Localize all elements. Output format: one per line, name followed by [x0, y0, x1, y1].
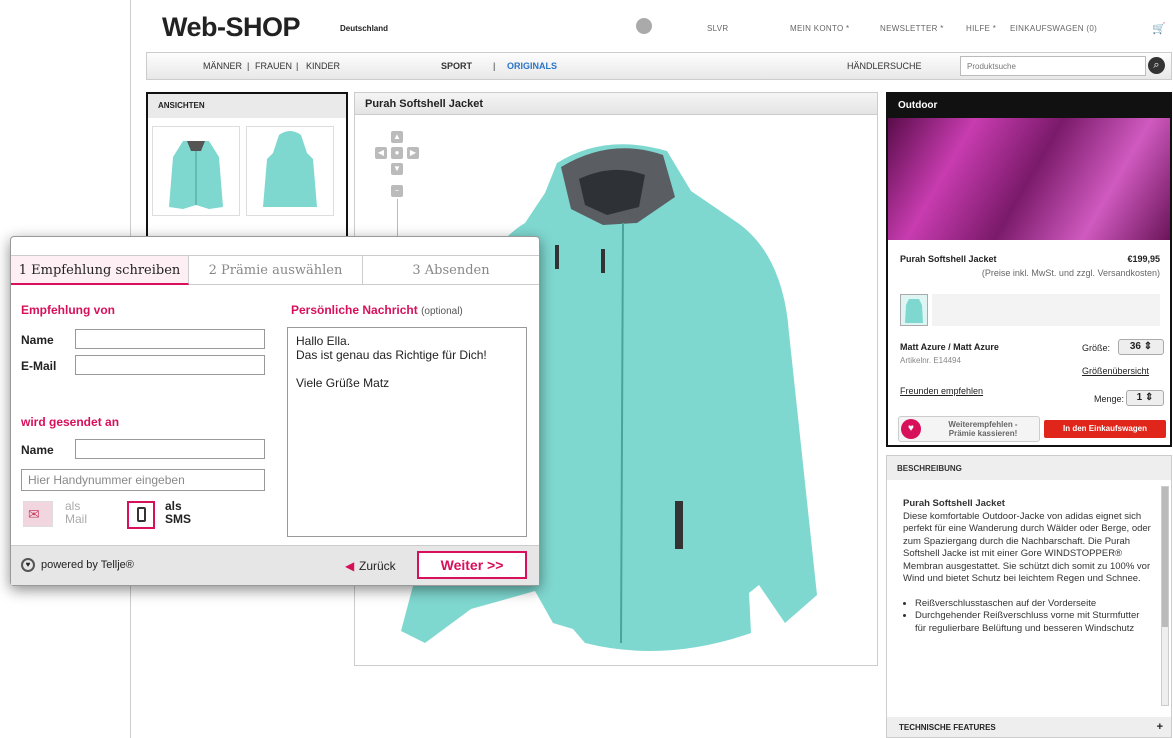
recommend-friends-link[interactable]: Freunden empfehlen [900, 386, 983, 396]
add-to-cart-button[interactable]: In den Einkaufswagen [1044, 420, 1166, 438]
search-input[interactable]: Produktsuche [960, 56, 1146, 76]
description-scrollbar[interactable] [1161, 486, 1169, 706]
page: Web-SHOP Deutschland SLVR MEIN KONTO * N… [0, 0, 1173, 738]
message-textarea[interactable]: Hallo Ella. Das ist genau das Richtige f… [287, 327, 527, 537]
views-title: ANSICHTEN [148, 94, 346, 118]
nav-sport[interactable]: SPORT [441, 61, 472, 71]
buy-box: Outdoor Purah Softshell Jacket €199,95 (… [886, 92, 1172, 447]
description-panel: BESCHREIBUNG Purah Softshell Jacket Dies… [886, 455, 1172, 738]
color-swatches-empty [932, 294, 1160, 326]
message-section-title: Persönliche Nachricht (optional) [291, 303, 463, 317]
product-stage-title: Purah Softshell Jacket [355, 93, 877, 115]
quantity-label: Menge: [1094, 394, 1125, 404]
phone-input[interactable]: Hier Handynummer eingeben [21, 469, 265, 491]
mobile-phone-icon [137, 507, 146, 522]
technical-features-header[interactable]: TECHNISCHE FEATURES + [887, 717, 1171, 737]
message-title: Persönliche Nachricht [291, 303, 418, 317]
color-swatch[interactable] [900, 294, 928, 326]
description-fade [887, 656, 1171, 720]
top-link-cart[interactable]: EINKAUFSWAGEN (0) [1010, 24, 1097, 33]
top-link-slvr[interactable]: SLVR [707, 24, 729, 33]
category-title: Outdoor [888, 94, 1170, 118]
next-button[interactable]: Weiter >> [417, 551, 527, 579]
sms-option[interactable] [127, 501, 155, 529]
from-section-title: Empfehlung von [21, 303, 115, 317]
tab-choose-reward[interactable]: 2 Prämie auswählen [189, 256, 363, 285]
quantity-value: 1 [1136, 392, 1143, 403]
size-select[interactable]: 36 ⇕ [1118, 339, 1164, 355]
views-panel: ANSICHTEN [146, 92, 348, 252]
nav-kids[interactable]: KINDER [306, 61, 340, 71]
stepper-arrows-icon: ⇕ [1144, 392, 1154, 403]
search-icon[interactable]: ⌕ [1148, 57, 1165, 74]
to-section-title: wird gesendet an [21, 415, 120, 429]
size-value: 36 [1129, 341, 1141, 352]
as-mail-label-2: Mail [65, 512, 88, 526]
nav-women[interactable]: FRAUEN [255, 61, 292, 71]
to-name-input[interactable] [75, 439, 265, 459]
description-bullet: Durchgehender Reißverschluss vorne mit S… [915, 610, 1151, 635]
cart-icon[interactable]: 🛒 [1152, 22, 1166, 35]
from-email-label: E-Mail [21, 359, 57, 373]
dialog-footer: ♥ powered by Tellje® ◀ Zurück Weiter >> [11, 545, 539, 585]
recommend-reward-button[interactable]: ♥ Weiterempfehlen - Prämie kassieren! [898, 416, 1040, 442]
heart-icon: ♥ [901, 419, 921, 439]
from-email-input[interactable] [75, 355, 265, 375]
recommend-btn-line2: Prämie kassieren! [948, 429, 1018, 438]
back-button[interactable]: Zurück [359, 559, 396, 573]
as-sms-label-2: SMS [165, 512, 192, 526]
globe-icon[interactable] [636, 18, 652, 34]
from-name-label: Name [21, 333, 54, 347]
tab-send[interactable]: 3 Absenden [363, 256, 539, 285]
nav-men[interactable]: MÄNNER [203, 61, 242, 71]
description-title: BESCHREIBUNG [887, 456, 1171, 480]
size-label: Größe: [1082, 343, 1111, 353]
nav-sep: | [247, 61, 250, 71]
nav-originals[interactable]: ORIGINALS [507, 61, 557, 71]
tellje-logo-icon: ♥ [21, 558, 35, 572]
product-price: €199,95 [1127, 254, 1160, 264]
back-arrow-icon[interactable]: ◀ [345, 559, 354, 573]
scrollbar-thumb[interactable] [1162, 487, 1168, 627]
technical-features-title: TECHNISCHE FEATURES [899, 723, 996, 732]
nav-sep: | [493, 61, 496, 71]
view-thumbnail-back[interactable] [246, 126, 334, 216]
expand-plus-icon[interactable]: + [1157, 721, 1163, 733]
description-heading: Purah Softshell Jacket [903, 498, 1005, 509]
color-name: Matt Azure / Matt Azure [900, 342, 999, 352]
price-note: (Preise inkl. MwSt. und zzgl. Versandkos… [981, 268, 1160, 278]
shop-logo[interactable]: Web-SHOP [162, 12, 301, 43]
message-optional-label: (optional) [421, 306, 463, 317]
description-bullet: Reißverschlusstaschen auf der Vorderseit… [915, 598, 1151, 611]
recommendation-dialog: 1 Empfehlung schreiben 2 Prämie auswähle… [10, 236, 540, 586]
top-link-help[interactable]: HILFE * [966, 24, 996, 33]
top-link-account[interactable]: MEIN KONTO * [790, 24, 849, 33]
description-text: Diese komfortable Outdoor-Jacke von adid… [903, 510, 1151, 585]
nav-sep: | [296, 61, 299, 71]
product-name: Purah Softshell Jacket [900, 254, 997, 264]
envelope-icon: ✉ [28, 506, 40, 522]
article-number: Artikelnr. E14494 [900, 356, 961, 365]
mail-option[interactable]: ✉ [23, 501, 53, 527]
powered-by-label[interactable]: powered by Tellje® [41, 559, 134, 571]
tab-write-recommendation[interactable]: 1 Empfehlung schreiben [11, 256, 189, 285]
category-banner-image [888, 118, 1170, 240]
size-chart-link[interactable]: Größenübersicht [1082, 366, 1149, 376]
view-thumbnail-front[interactable] [152, 126, 240, 216]
recommend-btn-line1: Weiterempfehlen - [948, 420, 1018, 429]
quantity-stepper[interactable]: 1 ⇕ [1126, 390, 1164, 406]
from-name-input[interactable] [75, 329, 265, 349]
wizard-tabs: 1 Empfehlung schreiben 2 Prämie auswähle… [11, 255, 539, 285]
stepper-arrows-icon: ⇕ [1143, 341, 1153, 352]
nav-dealer-search[interactable]: HÄNDLERSUCHE [847, 61, 922, 71]
country-label: Deutschland [340, 24, 389, 33]
to-name-label: Name [21, 443, 54, 457]
top-link-newsletter[interactable]: NEWSLETTER * [880, 24, 944, 33]
